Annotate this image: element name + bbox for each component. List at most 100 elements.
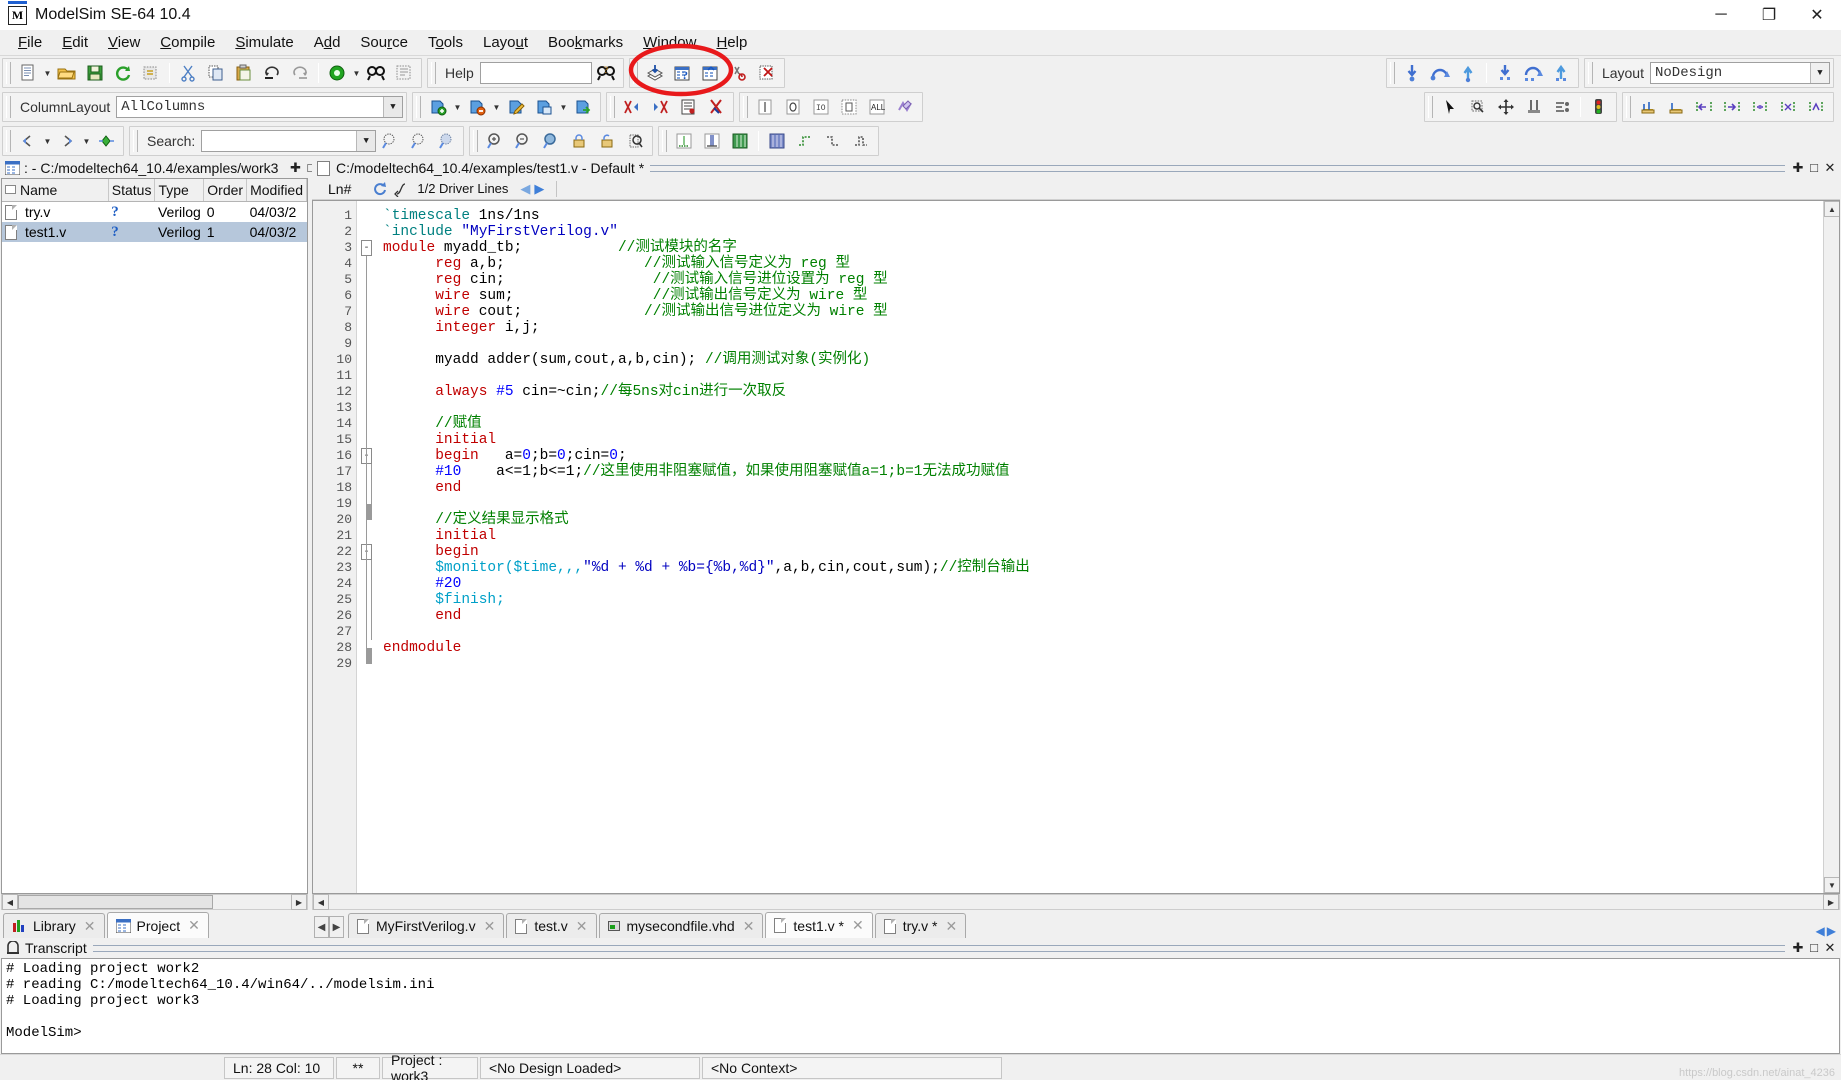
editor-horizontal-scrollbar[interactable]: ◀ ▶ bbox=[312, 894, 1840, 910]
toolbar-grip[interactable] bbox=[743, 96, 748, 118]
minimize-button[interactable]: ─ bbox=[1697, 0, 1745, 30]
compile-all-icon[interactable] bbox=[642, 60, 668, 86]
inspect-icon[interactable] bbox=[622, 128, 648, 154]
editor-tab[interactable]: test.v ✕ bbox=[506, 913, 597, 938]
column-header-name[interactable]: Name bbox=[2, 179, 109, 202]
toolbar-grip[interactable] bbox=[133, 130, 138, 152]
view-grid-icon[interactable] bbox=[727, 128, 753, 154]
scroll-track[interactable] bbox=[1824, 217, 1839, 877]
export-file-icon[interactable] bbox=[570, 94, 596, 120]
compile-unknown-icon[interactable]: ? bbox=[670, 60, 696, 86]
toolbar-grip[interactable] bbox=[1428, 96, 1433, 118]
menu-item-bookmarks[interactable]: Bookmarks bbox=[538, 32, 633, 53]
close-icon[interactable]: ✕ bbox=[576, 918, 588, 935]
jump-prev-dropdown-icon[interactable]: ▼ bbox=[42, 137, 53, 146]
run-all-icon[interactable] bbox=[1548, 60, 1574, 86]
edit-file-icon[interactable] bbox=[503, 94, 529, 120]
run-continue-icon[interactable] bbox=[1663, 94, 1689, 120]
toolbar-grip[interactable] bbox=[6, 62, 11, 84]
editor-close-button[interactable]: ✕ bbox=[1823, 160, 1837, 176]
zoom-mode-icon[interactable] bbox=[1465, 94, 1491, 120]
fold-marker[interactable]: - bbox=[357, 544, 379, 560]
editor-tab[interactable]: MyFirstVerilog.v ✕ bbox=[348, 913, 505, 938]
simulate-dropdown-icon[interactable]: ▼ bbox=[351, 69, 362, 78]
next-driver-icon[interactable]: ▶ bbox=[534, 181, 544, 197]
menu-item-help[interactable]: Help bbox=[706, 32, 757, 53]
remove-file-icon[interactable] bbox=[464, 94, 490, 120]
run-step-icon[interactable] bbox=[1635, 94, 1661, 120]
view-split-icon[interactable] bbox=[699, 128, 725, 154]
all-icon[interactable]: ALL bbox=[864, 94, 890, 120]
redo-icon[interactable] bbox=[287, 60, 313, 86]
menu-item-add[interactable]: Add bbox=[304, 32, 351, 53]
save-file-dropdown-icon[interactable]: ▼ bbox=[558, 103, 569, 112]
lock-icon[interactable] bbox=[566, 128, 592, 154]
editor-vertical-scrollbar[interactable]: ▲ ▼ bbox=[1823, 201, 1839, 893]
toolbar-grip[interactable] bbox=[1626, 96, 1631, 118]
chevron-down-icon[interactable]: ▼ bbox=[356, 131, 376, 151]
close-button[interactable]: ✕ bbox=[1793, 0, 1841, 30]
toolbar-grip[interactable] bbox=[632, 62, 638, 84]
save-file-icon[interactable] bbox=[531, 94, 557, 120]
cancel-compile-icon[interactable] bbox=[754, 60, 780, 86]
compile-order-icon[interactable] bbox=[698, 60, 724, 86]
menu-item-simulate[interactable]: Simulate bbox=[225, 32, 303, 53]
cut-icon[interactable] bbox=[175, 60, 201, 86]
close-icon[interactable]: ✕ bbox=[188, 917, 200, 934]
tab-library[interactable]: Library ✕ bbox=[3, 913, 105, 938]
edit-mode-icon[interactable] bbox=[1521, 94, 1547, 120]
scroll-up-button[interactable]: ▲ bbox=[1824, 201, 1839, 217]
tab-prev-icon[interactable]: ◀ bbox=[1816, 924, 1825, 938]
table-row[interactable]: try.v? Verilog 0 04/03/2 bbox=[2, 201, 307, 222]
save-icon[interactable] bbox=[82, 60, 108, 86]
menu-item-window[interactable]: Window bbox=[633, 32, 706, 53]
toolbar-grip[interactable] bbox=[416, 96, 421, 118]
step-into-icon[interactable] bbox=[1399, 60, 1425, 86]
layout-select[interactable]: NoDesign ▼ bbox=[1650, 62, 1830, 84]
find-icon[interactable] bbox=[363, 60, 389, 86]
restart-icon[interactable] bbox=[1775, 94, 1801, 120]
clock-icon[interactable] bbox=[780, 94, 806, 120]
traffic-icon[interactable] bbox=[1586, 94, 1612, 120]
new-file-icon[interactable] bbox=[15, 60, 41, 86]
help-search-icon[interactable]: ? bbox=[593, 60, 619, 86]
transcript-maximize-button[interactable]: □ bbox=[1807, 940, 1821, 956]
simulate-icon[interactable] bbox=[324, 60, 350, 86]
open-folder-icon[interactable] bbox=[54, 60, 80, 86]
jump-next-dropdown-icon[interactable]: ▼ bbox=[81, 137, 92, 146]
zoom-out-icon[interactable] bbox=[510, 128, 536, 154]
close-icon[interactable]: ✕ bbox=[852, 917, 864, 934]
columnlayout-select[interactable]: AllColumns ▼ bbox=[116, 96, 403, 118]
toolbar-grip[interactable] bbox=[6, 96, 11, 118]
select-mode-icon[interactable] bbox=[1437, 94, 1463, 120]
toolbar-grip[interactable] bbox=[610, 96, 615, 118]
menu-item-compile[interactable]: Compile bbox=[150, 32, 225, 53]
chevron-down-icon[interactable]: ▼ bbox=[1810, 63, 1829, 83]
signal-icon[interactable] bbox=[752, 94, 778, 120]
editor-maximize-button[interactable]: □ bbox=[1807, 160, 1821, 176]
tab-next-icon[interactable]: ▶ bbox=[1827, 924, 1836, 938]
columns-icon[interactable] bbox=[391, 60, 417, 86]
column-header-modified[interactable]: Modified bbox=[246, 179, 307, 202]
jump-next-icon[interactable] bbox=[54, 128, 80, 154]
prev-driver-icon[interactable]: ◀ bbox=[520, 181, 530, 197]
close-icon[interactable]: ✕ bbox=[84, 918, 96, 935]
scroll-right-button[interactable]: ▶ bbox=[291, 894, 307, 910]
toolbar-grip[interactable] bbox=[1389, 62, 1395, 84]
list-icon[interactable] bbox=[675, 94, 701, 120]
editor-tab[interactable]: try.v * ✕ bbox=[874, 913, 967, 938]
transcript-close-button[interactable]: ✕ bbox=[1823, 940, 1837, 956]
driver-lines-refresh-icon[interactable] bbox=[371, 180, 389, 197]
menu-item-tools[interactable]: Tools bbox=[418, 32, 473, 53]
source-code[interactable]: `timescale 1ns/1ns `include "MyFirstVeril… bbox=[379, 201, 1823, 893]
scroll-down-button[interactable]: ▼ bbox=[1824, 877, 1839, 893]
column-header-type[interactable]: Type bbox=[154, 179, 205, 202]
new-file-dropdown-icon[interactable]: ▼ bbox=[42, 69, 53, 78]
collapse-icon[interactable] bbox=[1747, 94, 1773, 120]
column-header-order[interactable]: Order bbox=[203, 179, 248, 202]
toolbar-grip[interactable] bbox=[662, 130, 668, 152]
find-prev-icon[interactable] bbox=[377, 128, 403, 154]
toolbar-grip[interactable] bbox=[473, 130, 479, 152]
paste-icon[interactable] bbox=[231, 60, 257, 86]
view-single-icon[interactable] bbox=[671, 128, 697, 154]
